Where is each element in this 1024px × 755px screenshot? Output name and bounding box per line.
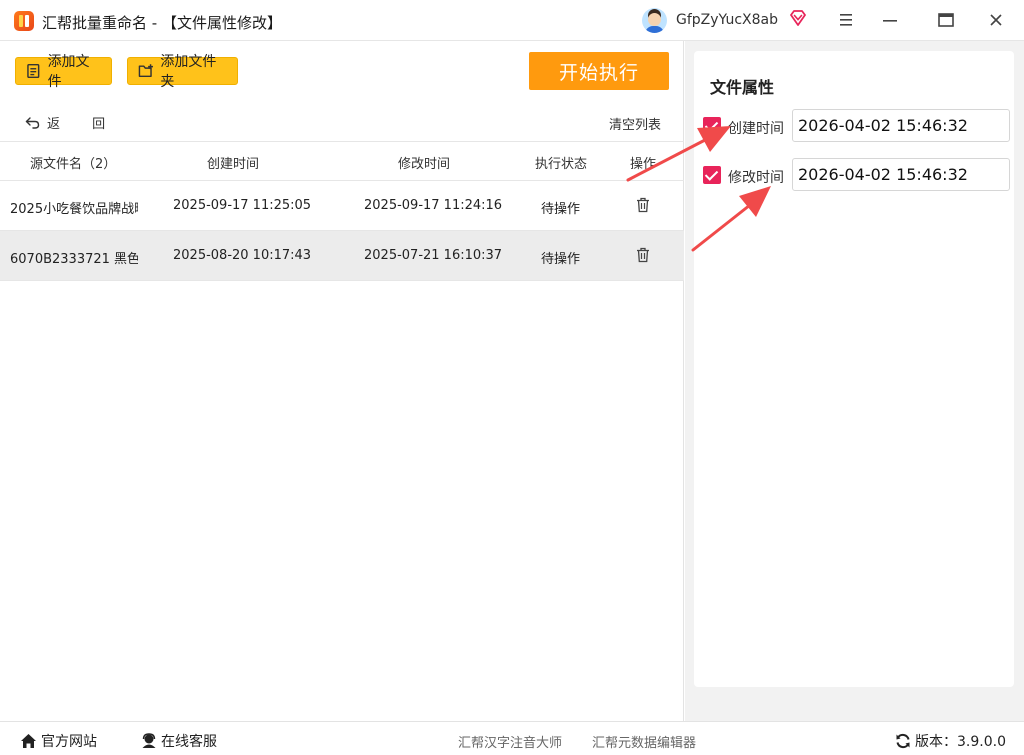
back-button[interactable]: 返 回 bbox=[25, 113, 119, 132]
user-avatar[interactable] bbox=[642, 8, 667, 33]
official-website-link[interactable]: 官方网站 bbox=[20, 731, 97, 751]
file-list-panel: 添加文件 添加文件夹 开始执行 返 回 清空列表 源文件名（2） 创建时间 修改… bbox=[0, 41, 684, 721]
row-file-name: 6070B2333721 黑色上衣 bbox=[10, 252, 138, 267]
clear-list-button[interactable]: 清空列表 bbox=[609, 114, 661, 133]
menu-icon[interactable] bbox=[838, 13, 854, 27]
close-button[interactable] bbox=[986, 10, 1006, 30]
row-status: 待操作 bbox=[541, 202, 581, 217]
table-header: 源文件名（2） 创建时间 修改时间 执行状态 操作 bbox=[0, 141, 684, 181]
version-label: 版本：3.9.0.0 bbox=[915, 734, 1006, 750]
header-created: 创建时间 bbox=[207, 157, 260, 172]
modified-time-input[interactable] bbox=[792, 158, 1010, 191]
home-icon bbox=[21, 734, 36, 748]
row-file-name: 2025小吃餐饮品牌战略定 bbox=[10, 202, 138, 217]
row-modified-time: 2025-07-21 16:10:37 bbox=[364, 248, 503, 263]
title-bar: 汇帮批量重命名 - 【文件属性修改】 GfpZyYucX8ab bbox=[0, 0, 1024, 41]
username-label[interactable]: GfpZyYucX8ab bbox=[676, 12, 778, 28]
official-website-label: 官方网站 bbox=[41, 734, 97, 750]
add-file-label: 添加文件 bbox=[47, 54, 90, 90]
delete-icon[interactable] bbox=[636, 247, 650, 263]
back-label: 返 回 bbox=[47, 117, 120, 132]
version-info[interactable]: 版本：3.9.0.0 bbox=[895, 731, 1006, 751]
properties-title: 文件属性 bbox=[710, 78, 775, 97]
created-time-input[interactable] bbox=[792, 109, 1010, 142]
created-time-label: 创建时间 bbox=[728, 121, 784, 137]
refresh-icon bbox=[896, 733, 910, 749]
metadata-editor-link[interactable]: 汇帮元数据编辑器 bbox=[592, 732, 696, 751]
row-modified-time: 2025-09-17 11:24:16 bbox=[364, 198, 503, 213]
add-folder-icon bbox=[138, 64, 153, 78]
online-support-label: 在线客服 bbox=[161, 734, 217, 750]
vip-diamond-icon[interactable] bbox=[789, 10, 807, 26]
start-button[interactable]: 开始执行 bbox=[529, 52, 669, 90]
customer-service-icon bbox=[142, 733, 156, 748]
table-row[interactable]: 2025小吃餐饮品牌战略定 2025-09-17 11:25:05 2025-0… bbox=[0, 181, 684, 231]
pinyin-tool-link[interactable]: 汇帮汉字注音大师 bbox=[458, 732, 562, 751]
row-created-time: 2025-09-17 11:25:05 bbox=[173, 198, 312, 213]
modified-time-checkbox[interactable] bbox=[703, 166, 721, 184]
add-folder-label: 添加文件夹 bbox=[160, 54, 217, 90]
maximize-button[interactable] bbox=[936, 10, 956, 30]
row-status: 待操作 bbox=[541, 252, 581, 267]
add-file-button[interactable]: 添加文件 bbox=[15, 54, 112, 90]
properties-panel-background: 文件属性 创建时间 修改时间 bbox=[685, 41, 1024, 721]
app-logo-icon bbox=[14, 11, 34, 31]
window-title: 汇帮批量重命名 - 【文件属性修改】 bbox=[42, 14, 282, 32]
row-created-time: 2025-08-20 10:17:43 bbox=[173, 248, 312, 263]
minimize-button[interactable] bbox=[880, 10, 900, 30]
header-modified: 修改时间 bbox=[398, 157, 451, 172]
table-row[interactable]: 6070B2333721 黑色上衣 2025-08-20 10:17:43 20… bbox=[0, 231, 684, 281]
add-folder-button[interactable]: 添加文件夹 bbox=[127, 54, 238, 90]
file-properties-card: 文件属性 创建时间 修改时间 bbox=[694, 51, 1014, 687]
header-action: 操作 bbox=[630, 157, 657, 172]
online-support-link[interactable]: 在线客服 bbox=[141, 731, 217, 751]
header-status: 执行状态 bbox=[535, 157, 588, 172]
add-file-icon bbox=[27, 63, 40, 79]
header-name: 源文件名（2） bbox=[30, 157, 117, 172]
back-arrow-icon bbox=[25, 117, 40, 129]
status-bar: 官方网站 在线客服 汇帮汉字注音大师 汇帮元数据编辑器 版本：3.9.0.0 bbox=[0, 721, 1024, 755]
modified-time-label: 修改时间 bbox=[728, 170, 784, 186]
created-time-checkbox[interactable] bbox=[703, 117, 721, 135]
delete-icon[interactable] bbox=[636, 197, 650, 213]
